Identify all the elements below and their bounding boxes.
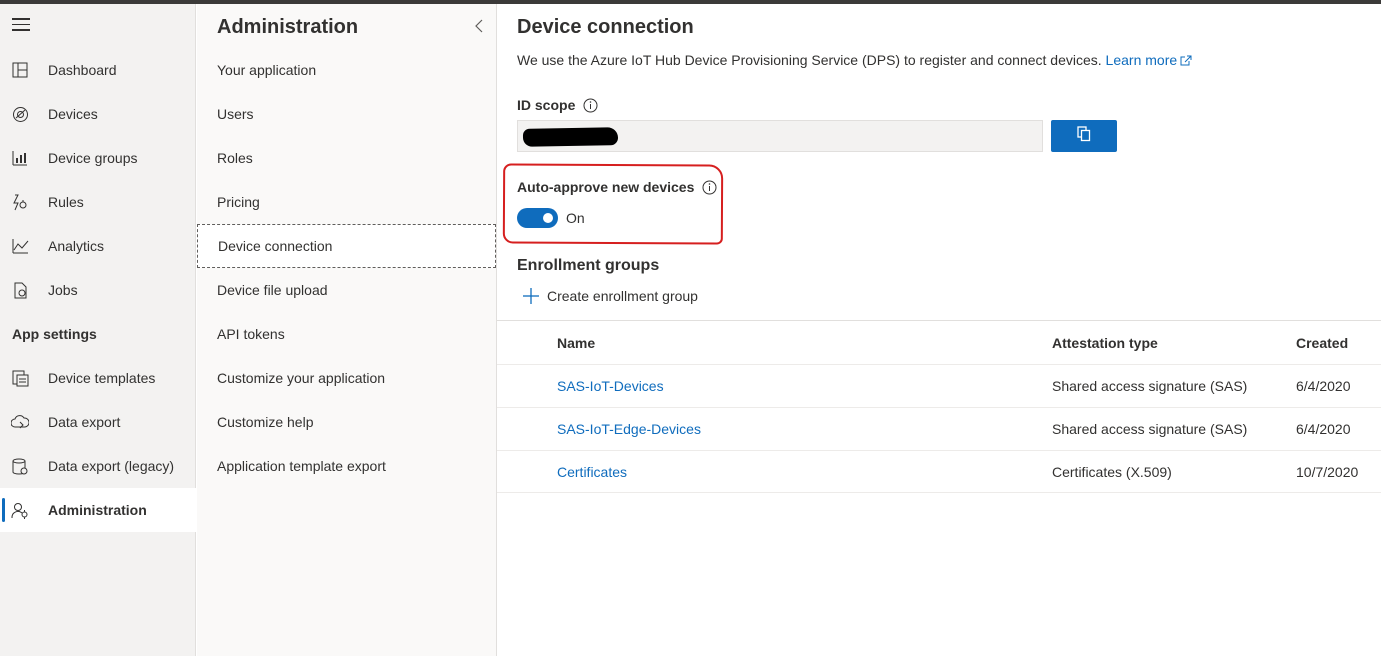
- auto-approve-toggle[interactable]: [517, 208, 558, 228]
- chevron-left-icon[interactable]: [473, 18, 485, 34]
- created-date-cell: 6/4/2020: [1296, 421, 1351, 437]
- auto-approve-label: Auto-approve new devices: [517, 179, 695, 195]
- page-title: Device connection: [517, 16, 694, 38]
- learn-more-text: Learn more: [1105, 52, 1178, 68]
- create-enrollment-group-button[interactable]: Create enrollment group: [523, 288, 698, 304]
- learn-more-link[interactable]: Learn more: [1106, 52, 1193, 68]
- devices-icon: [10, 104, 30, 124]
- admin-pane-title: Administration: [217, 16, 359, 38]
- attestation-type-cell: Shared access signature (SAS): [1052, 421, 1248, 437]
- id-scope-label: ID scope: [517, 97, 576, 113]
- dashboard-icon: [10, 60, 30, 80]
- created-date-cell: 10/7/2020: [1296, 463, 1359, 480]
- external-link-icon: [1180, 53, 1192, 69]
- nav-item-label: Jobs: [48, 282, 78, 298]
- nav-item-label: Administration: [48, 502, 147, 518]
- toggle-state-label: On: [566, 210, 585, 226]
- enrollment-group-name-link[interactable]: Certificates: [557, 451, 627, 492]
- column-header-attestation-type[interactable]: Attestation type: [1052, 321, 1158, 364]
- main-content: Device connection We use the Azure IoT H…: [497, 4, 1381, 656]
- nav-item-data-export-legacy[interactable]: Data export (legacy): [0, 444, 196, 488]
- data-export-legacy-icon: [10, 456, 30, 476]
- nav-item-label: Devices: [48, 106, 98, 122]
- column-header-name[interactable]: Name: [557, 321, 595, 364]
- toggle-knob: [543, 213, 553, 223]
- table-header-row: Name Attestation type Created: [497, 320, 1381, 364]
- id-scope-label-row: ID scope: [517, 97, 598, 113]
- nav-item-analytics[interactable]: Analytics: [0, 224, 196, 268]
- enrollment-group-name-link[interactable]: SAS-IoT-Edge-Devices: [557, 408, 701, 450]
- attestation-type-cell: Shared access signature (SAS): [1052, 378, 1248, 394]
- administration-icon: [10, 500, 30, 520]
- table-row[interactable]: SAS-IoT-Devices Shared access signature …: [497, 364, 1381, 407]
- nav-item-device-groups[interactable]: Device groups: [0, 136, 196, 180]
- admin-item-users[interactable]: Users: [197, 92, 496, 136]
- device-templates-icon: [10, 368, 30, 388]
- created-date-cell: 6/4/2020: [1296, 378, 1351, 394]
- enrollment-groups-heading: Enrollment groups: [517, 257, 660, 274]
- nav-item-label: Rules: [48, 194, 84, 210]
- admin-item-roles[interactable]: Roles: [197, 136, 496, 180]
- nav-item-label: Device groups: [48, 150, 138, 166]
- nav-item-rules[interactable]: Rules: [0, 180, 196, 224]
- nav-item-data-export[interactable]: Data export: [0, 400, 196, 444]
- admin-item-api-tokens[interactable]: API tokens: [197, 312, 496, 356]
- hamburger-menu-icon[interactable]: [12, 18, 30, 34]
- auto-approve-label-row: Auto-approve new devices: [517, 179, 717, 195]
- nav-item-device-templates[interactable]: Device templates: [0, 356, 196, 400]
- nav-item-label: Data export (legacy): [48, 458, 175, 474]
- info-icon[interactable]: [702, 180, 717, 195]
- admin-item-your-application[interactable]: Your application: [197, 48, 496, 92]
- id-scope-field[interactable]: [517, 120, 1043, 152]
- data-export-icon: [10, 412, 30, 432]
- nav-item-devices[interactable]: Devices: [0, 92, 196, 136]
- admin-item-pricing[interactable]: Pricing: [197, 180, 496, 224]
- admin-item-customize-help[interactable]: Customize help: [197, 400, 496, 444]
- nav-item-administration[interactable]: Administration: [0, 488, 196, 532]
- enrollment-groups-table: Name Attestation type Created SAS-IoT-De…: [497, 320, 1381, 493]
- admin-item-template-export[interactable]: Application template export: [197, 444, 496, 488]
- info-icon[interactable]: [583, 98, 598, 113]
- redacted-value: [522, 127, 619, 147]
- page-description: We use the Azure IoT Hub Device Provisio…: [517, 52, 1192, 69]
- nav-item-jobs[interactable]: Jobs: [0, 268, 196, 312]
- description-text: We use the Azure IoT Hub Device Provisio…: [517, 52, 1102, 68]
- admin-item-device-connection[interactable]: Device connection: [197, 224, 496, 268]
- nav-item-dashboard[interactable]: Dashboard: [0, 48, 196, 92]
- table-row[interactable]: Certificates Certificates (X.509) 10/7/2…: [497, 450, 1381, 493]
- table-row[interactable]: SAS-IoT-Edge-Devices Shared access signa…: [497, 407, 1381, 450]
- copy-button[interactable]: [1051, 120, 1117, 152]
- nav-item-label: Data export: [48, 414, 121, 430]
- admin-item-customize-application[interactable]: Customize your application: [197, 356, 496, 400]
- administration-pane: Administration Your application Users Ro…: [197, 4, 497, 656]
- app-settings-heading: App settings: [12, 326, 97, 342]
- highlight-annotation: [502, 163, 724, 245]
- column-header-created[interactable]: Created: [1296, 321, 1348, 364]
- plus-icon: [523, 288, 539, 304]
- nav-item-label: Device templates: [48, 370, 156, 386]
- left-navigation: Dashboard Devices Device groups Rules An…: [0, 4, 196, 656]
- nav-item-label: Dashboard: [48, 62, 117, 78]
- analytics-icon: [10, 236, 30, 256]
- admin-item-device-file-upload[interactable]: Device file upload: [197, 268, 496, 312]
- create-enrollment-label: Create enrollment group: [547, 288, 698, 304]
- attestation-type-cell: Certificates (X.509): [1052, 463, 1172, 480]
- enrollment-group-name-link[interactable]: SAS-IoT-Devices: [557, 365, 664, 407]
- copy-icon: [1077, 125, 1091, 147]
- nav-item-label: Analytics: [48, 238, 105, 254]
- rules-icon: [10, 192, 30, 212]
- device-groups-icon: [10, 148, 30, 168]
- jobs-icon: [10, 280, 30, 300]
